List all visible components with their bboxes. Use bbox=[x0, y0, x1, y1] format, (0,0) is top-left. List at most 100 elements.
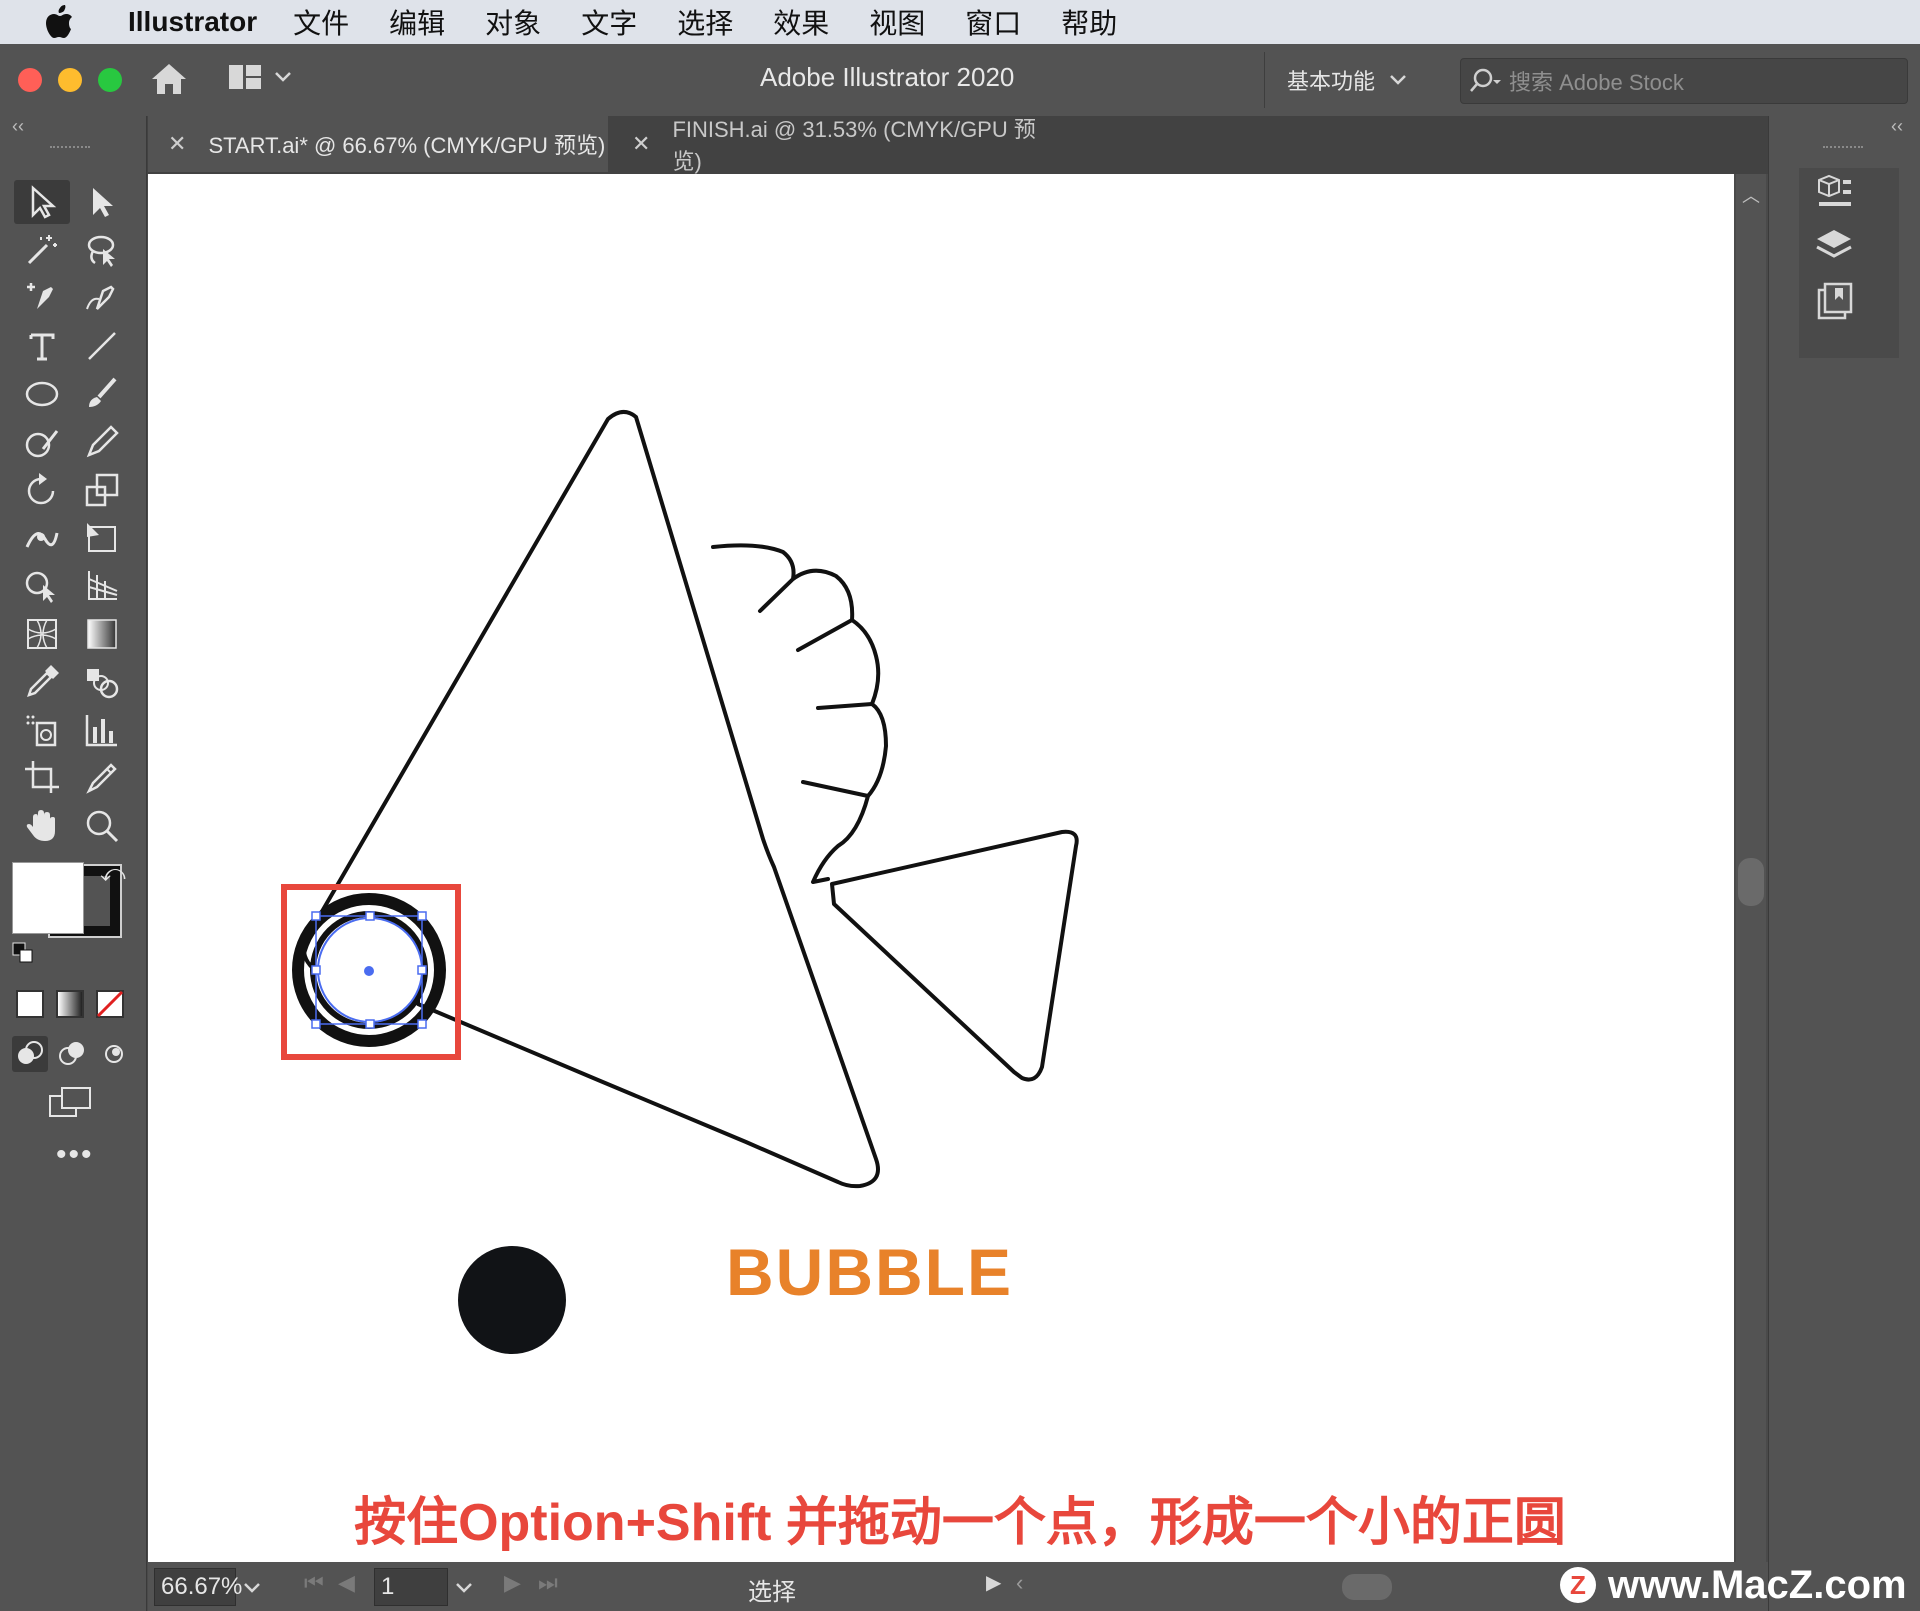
properties-panel-button[interactable] bbox=[1813, 172, 1855, 219]
swap-fill-stroke-icon[interactable]: ⤺ bbox=[100, 860, 126, 888]
blend-tool[interactable] bbox=[74, 660, 130, 704]
workspace-switcher[interactable]: 基本功能 bbox=[1264, 52, 1429, 108]
minimize-window-button[interactable] bbox=[58, 68, 82, 92]
draw-normal-icon bbox=[18, 1041, 43, 1064]
menu-select[interactable]: 选择 bbox=[677, 2, 733, 42]
home-icon[interactable] bbox=[150, 62, 188, 101]
menu-edit[interactable]: 编辑 bbox=[389, 2, 445, 42]
canvas-vertical-scrollbar[interactable]: ︿ bbox=[1736, 174, 1766, 1562]
curvature-tool[interactable] bbox=[74, 276, 130, 320]
scroll-up-icon[interactable]: ︿ bbox=[1742, 182, 1760, 208]
libraries-panel-button[interactable] bbox=[1813, 280, 1855, 327]
shaper-tool[interactable] bbox=[14, 420, 70, 464]
free-transform-tool[interactable] bbox=[74, 516, 130, 560]
rotate-tool[interactable] bbox=[14, 468, 70, 512]
tab-finish-document[interactable]: ✕ FINISH.ai @ 31.53% (CMYK/GPU 预览) bbox=[612, 116, 1062, 174]
magnifier-icon bbox=[86, 810, 119, 843]
color-mode-button[interactable] bbox=[16, 990, 44, 1018]
lasso-tool[interactable] bbox=[74, 228, 130, 272]
menu-type[interactable]: 文字 bbox=[581, 2, 637, 42]
horizontal-scroll-thumb[interactable] bbox=[1342, 1574, 1392, 1600]
ellipse-tool[interactable] bbox=[14, 372, 70, 416]
close-tab-icon[interactable]: ✕ bbox=[168, 131, 186, 157]
none-mode-button[interactable] bbox=[96, 990, 124, 1018]
direct-selection-tool[interactable] bbox=[74, 180, 130, 224]
eyedropper-tool[interactable] bbox=[14, 660, 70, 704]
zoom-tool[interactable] bbox=[74, 804, 130, 848]
perspective-grid-tool[interactable] bbox=[74, 564, 130, 608]
artboard-number-field[interactable]: 1 bbox=[374, 1568, 448, 1606]
last-artboard-button[interactable]: ⏭ bbox=[538, 1570, 558, 1596]
line-segment-tool[interactable] bbox=[74, 324, 130, 368]
menu-view[interactable]: 视图 bbox=[869, 2, 925, 42]
slice-tool[interactable] bbox=[74, 756, 130, 800]
bubble-text[interactable]: BUBBLE bbox=[726, 1234, 1013, 1310]
default-fill-stroke-icon[interactable] bbox=[12, 942, 34, 964]
arrange-documents-button[interactable] bbox=[228, 64, 292, 90]
zoom-level-field[interactable]: 66.67% bbox=[154, 1568, 242, 1606]
gradient-tool[interactable] bbox=[74, 612, 130, 656]
status-menu-arrow-icon[interactable]: ▶ bbox=[986, 1570, 1001, 1595]
right-panel-dock: ‹‹ bbox=[1768, 116, 1920, 1611]
magic-wand-tool[interactable] bbox=[14, 228, 70, 272]
menu-effect[interactable]: 效果 bbox=[773, 2, 829, 42]
close-tab-icon[interactable]: ✕ bbox=[632, 131, 650, 157]
tab-label: FINISH.ai @ 31.53% (CMYK/GPU 预览) bbox=[672, 117, 1036, 174]
mesh-icon bbox=[27, 619, 57, 649]
apple-icon[interactable] bbox=[40, 2, 80, 42]
collapse-panel-icon[interactable]: ‹‹ bbox=[12, 116, 24, 137]
hand-tool[interactable] bbox=[14, 804, 70, 848]
layers-panel-button[interactable] bbox=[1813, 226, 1855, 273]
panel-grip[interactable] bbox=[50, 146, 90, 154]
artboard-icon bbox=[25, 761, 59, 793]
mesh-tool[interactable] bbox=[14, 612, 70, 656]
perspective-grid-icon bbox=[88, 571, 118, 600]
paintbrush-tool[interactable] bbox=[74, 372, 130, 416]
gradient-mode-button[interactable] bbox=[56, 990, 84, 1018]
type-tool[interactable] bbox=[14, 324, 70, 368]
shape-builder-tool[interactable] bbox=[14, 564, 70, 608]
app-menu-illustrator[interactable]: Illustrator bbox=[128, 6, 257, 38]
bubble-circle[interactable] bbox=[458, 1246, 566, 1354]
expand-panels-icon[interactable]: ‹‹ bbox=[1891, 116, 1903, 137]
menu-help[interactable]: 帮助 bbox=[1061, 2, 1117, 42]
column-graph-tool[interactable] bbox=[74, 708, 130, 752]
pen-tool[interactable] bbox=[14, 276, 70, 320]
panel-grip[interactable] bbox=[1823, 146, 1863, 154]
first-artboard-button[interactable]: ⏮ bbox=[304, 1570, 324, 1596]
menu-window[interactable]: 窗口 bbox=[965, 2, 1021, 42]
tab-start-document[interactable]: ✕ START.ai* @ 66.67% (CMYK/GPU 预览) bbox=[148, 116, 608, 172]
zoom-dropdown-button[interactable] bbox=[242, 1574, 262, 1602]
menu-file[interactable]: 文件 bbox=[293, 2, 349, 42]
artboard-canvas[interactable]: BUBBLE bbox=[148, 174, 1734, 1562]
edit-toolbar-more-icon[interactable]: ••• bbox=[56, 1138, 94, 1172]
zoom-window-button[interactable] bbox=[98, 68, 122, 92]
fish-body-shape[interactable] bbox=[301, 410, 880, 1189]
change-screen-mode-button[interactable] bbox=[46, 1082, 96, 1122]
pencil-tool[interactable] bbox=[74, 420, 130, 464]
menu-object[interactable]: 对象 bbox=[485, 2, 541, 42]
tab-label: START.ai* @ 66.67% (CMYK/GPU 预览) bbox=[208, 133, 606, 158]
fish-tail-shape[interactable] bbox=[830, 829, 1079, 1082]
artboard-tool[interactable] bbox=[14, 756, 70, 800]
eyedropper-icon bbox=[27, 665, 59, 697]
scale-tool[interactable] bbox=[74, 468, 130, 512]
previous-artboard-button[interactable]: ◀ bbox=[338, 1570, 355, 1596]
fill-swatch[interactable] bbox=[12, 862, 84, 934]
status-bar: 66.67% ⏮ ◀ 1 ▶ ⏭ 选择 ▶ ‹ bbox=[148, 1562, 1768, 1611]
next-artboard-button[interactable]: ▶ bbox=[504, 1570, 521, 1596]
width-tool[interactable] bbox=[14, 516, 70, 560]
selection-tool[interactable] bbox=[14, 180, 70, 224]
scroll-left-icon[interactable]: ‹ bbox=[1016, 1570, 1023, 1596]
close-window-button[interactable] bbox=[18, 68, 42, 92]
draw-behind-button[interactable] bbox=[54, 1036, 90, 1072]
symbol-sprayer-tool[interactable] bbox=[14, 708, 70, 752]
adobe-stock-search[interactable]: 搜索 Adobe Stock bbox=[1460, 58, 1908, 104]
draw-normal-button[interactable] bbox=[12, 1036, 48, 1072]
draw-inside-button[interactable] bbox=[96, 1036, 132, 1072]
current-tool-label: 选择 bbox=[748, 1579, 796, 1606]
scroll-thumb[interactable] bbox=[1738, 858, 1764, 906]
artboard-dropdown-button[interactable] bbox=[454, 1574, 474, 1602]
document-tabbar: ‹‹ ✕ START.ai* @ 66.67% (CMYK/GPU 预览) ✕ … bbox=[0, 116, 1920, 174]
artwork bbox=[281, 410, 1079, 1354]
